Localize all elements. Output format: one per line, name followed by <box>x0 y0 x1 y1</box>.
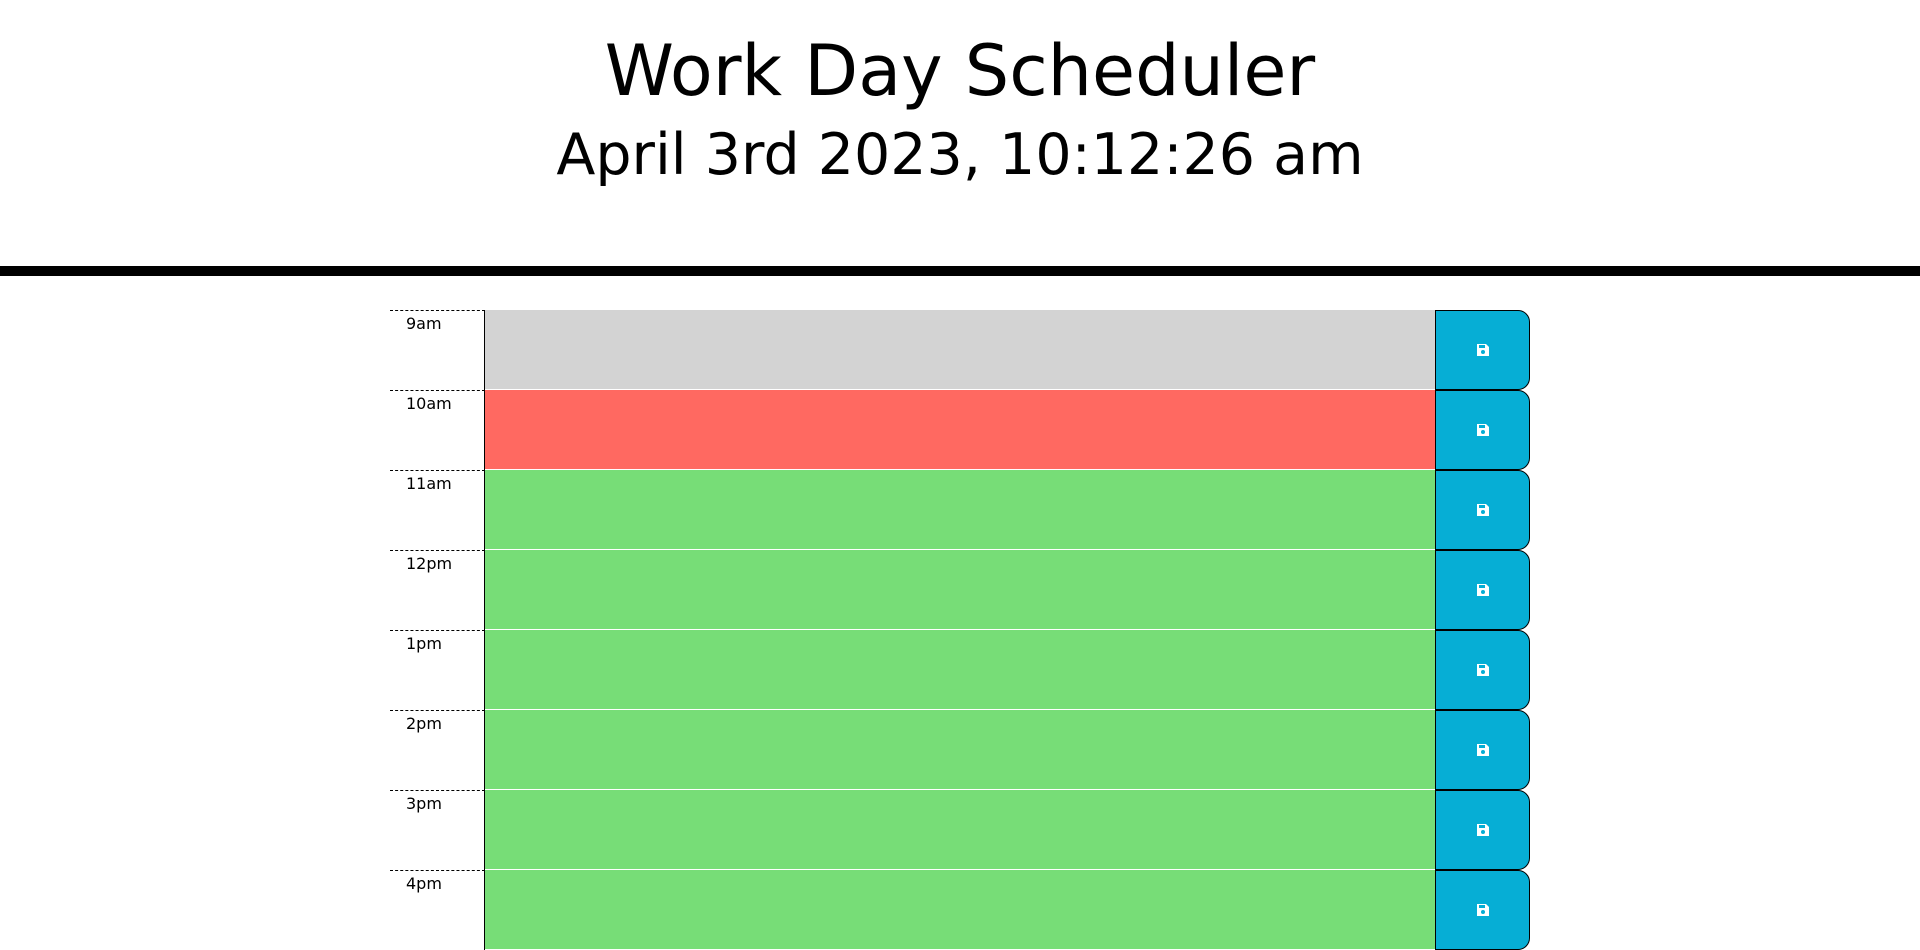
hour-label: 4pm <box>390 870 485 950</box>
floppy-disk-icon <box>1475 422 1491 438</box>
hour-label: 1pm <box>390 630 485 710</box>
page-title: Work Day Scheduler <box>604 30 1316 112</box>
event-description-input[interactable] <box>485 390 1435 470</box>
current-date: April 3rd 2023, 10:12:26 am <box>556 122 1364 188</box>
save-button[interactable] <box>1435 470 1530 550</box>
save-button[interactable] <box>1435 710 1530 790</box>
schedule-container: 9am 10am 11am 12pm 1pm 2pm 3pm 4pm <box>390 310 1530 950</box>
floppy-disk-icon <box>1475 902 1491 918</box>
event-description-input[interactable] <box>485 630 1435 710</box>
save-button[interactable] <box>1435 390 1530 470</box>
save-button[interactable] <box>1435 870 1530 950</box>
time-block-2pm: 2pm <box>390 710 1530 790</box>
hour-label: 11am <box>390 470 485 550</box>
event-description-input[interactable] <box>485 470 1435 550</box>
time-block-1pm: 1pm <box>390 630 1530 710</box>
event-description-input[interactable] <box>485 550 1435 630</box>
time-block-3pm: 3pm <box>390 790 1530 870</box>
hour-label: 12pm <box>390 550 485 630</box>
time-block-11am: 11am <box>390 470 1530 550</box>
event-description-input[interactable] <box>485 870 1435 950</box>
save-button[interactable] <box>1435 550 1530 630</box>
floppy-disk-icon <box>1475 342 1491 358</box>
floppy-disk-icon <box>1475 742 1491 758</box>
time-block-12pm: 12pm <box>390 550 1530 630</box>
hour-label: 10am <box>390 390 485 470</box>
hour-label: 2pm <box>390 710 485 790</box>
hour-label: 9am <box>390 310 485 390</box>
event-description-input[interactable] <box>485 710 1435 790</box>
floppy-disk-icon <box>1475 822 1491 838</box>
save-button[interactable] <box>1435 630 1530 710</box>
header: Work Day Scheduler April 3rd 2023, 10:12… <box>0 0 1920 276</box>
time-block-9am: 9am <box>390 310 1530 390</box>
save-button[interactable] <box>1435 790 1530 870</box>
time-block-10am: 10am <box>390 390 1530 470</box>
event-description-input[interactable] <box>485 310 1435 390</box>
floppy-disk-icon <box>1475 502 1491 518</box>
hour-label: 3pm <box>390 790 485 870</box>
save-button[interactable] <box>1435 310 1530 390</box>
event-description-input[interactable] <box>485 790 1435 870</box>
floppy-disk-icon <box>1475 662 1491 678</box>
time-block-4pm: 4pm <box>390 870 1530 950</box>
floppy-disk-icon <box>1475 582 1491 598</box>
